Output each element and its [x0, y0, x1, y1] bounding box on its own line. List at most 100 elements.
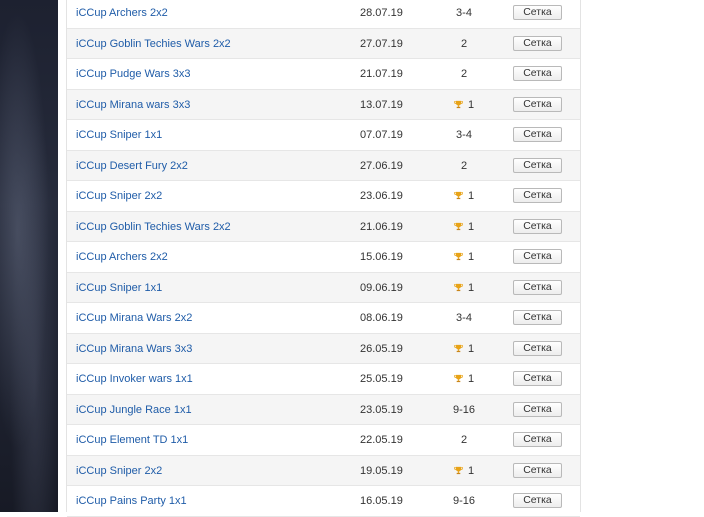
tournament-place: 2	[429, 151, 499, 181]
tournament-place: 1	[429, 334, 499, 364]
bracket-button[interactable]: Сетка	[513, 66, 562, 81]
table-row: iCCup Archers 2x2 15.06.19 1 Сетка	[67, 242, 580, 273]
trophy-icon	[454, 243, 463, 261]
table-row: iCCup Goblin Techies Wars 2x2 27.07.19 2…	[67, 28, 580, 59]
trophy-icon	[454, 91, 463, 108]
bracket-button[interactable]: Сетка	[513, 462, 562, 478]
table-row: iCCup Invoker wars 1x1 25.05.19 1 Сетка	[67, 364, 580, 395]
bracket-button[interactable]: Сетка	[513, 157, 562, 173]
trophy-icon	[454, 457, 463, 474]
table-row: iCCup Element TD 1x1 22.05.19 2 Сетка	[67, 425, 580, 456]
trophy-icon	[454, 213, 463, 230]
tournament-date: 21.06.19	[360, 220, 403, 233]
tournament-place: 9-16	[429, 395, 499, 425]
place-value: 1	[467, 373, 475, 385]
tournament-place: 1	[429, 90, 499, 120]
tournament-name-link[interactable]: iCCup Goblin Techies Wars 2x2	[76, 212, 231, 242]
bracket-button[interactable]: Сетка	[513, 493, 562, 508]
tournament-date: 15.06.19	[360, 251, 403, 263]
tournament-rows: iCCup Archers 2x2 28.07.19 3-4 Сетка iCC…	[67, 0, 580, 517]
tournament-date: 19.05.19	[360, 464, 403, 477]
tournament-name-link[interactable]: iCCup Archers 2x2	[76, 242, 168, 272]
place-value: 1	[467, 251, 475, 263]
table-row: iCCup Jungle Race 1x1 23.05.19 9-16 Сетк…	[67, 394, 580, 425]
table-row: iCCup Sniper 1x1 09.06.19 1 Сетка	[67, 272, 580, 303]
place-value: 1	[467, 220, 475, 233]
tournament-date: 28.07.19	[360, 7, 403, 19]
place-value: 3-4	[456, 7, 472, 19]
bracket-button[interactable]: Сетка	[513, 279, 562, 295]
tournament-name-link[interactable]: iCCup Mirana Wars 2x2	[76, 303, 192, 333]
bracket-button[interactable]: Сетка	[513, 432, 562, 447]
place-value: 1	[467, 464, 475, 477]
tournament-place: 1	[429, 364, 499, 394]
tournament-date: 27.07.19	[360, 37, 403, 50]
place-value: 2	[460, 159, 468, 172]
tournament-place: 3-4	[429, 0, 499, 28]
table-row: iCCup Sniper 1x1 07.07.19 3-4 Сетка	[67, 120, 580, 151]
tournament-name-link[interactable]: iCCup Sniper 1x1	[76, 273, 162, 303]
background-art-left	[0, 0, 58, 512]
bracket-button[interactable]: Сетка	[513, 371, 562, 386]
table-row: iCCup Mirana Wars 2x2 08.06.19 3-4 Сетка	[67, 303, 580, 334]
place-value: 2	[460, 37, 468, 50]
trophy-icon	[454, 365, 463, 383]
place-value: 1	[467, 190, 475, 202]
tournament-name-link[interactable]: iCCup Desert Fury 2x2	[76, 151, 188, 181]
place-value: 9-16	[452, 495, 476, 507]
bracket-button[interactable]: Сетка	[513, 340, 562, 356]
place-value: 3-4	[456, 312, 472, 324]
place-value: 1	[467, 98, 475, 111]
tournament-place: 1	[429, 456, 499, 486]
table-row: iCCup Goblin Techies Wars 2x2 21.06.19 1…	[67, 211, 580, 242]
place-value: 9-16	[452, 403, 476, 416]
tournament-date: 23.05.19	[360, 403, 403, 416]
background-right	[581, 0, 704, 512]
tournament-name-link[interactable]: iCCup Sniper 2x2	[76, 456, 162, 486]
tournament-name-link[interactable]: iCCup Invoker wars 1x1	[76, 364, 193, 394]
bracket-button[interactable]: Сетка	[513, 218, 562, 234]
tournament-date: 13.07.19	[360, 98, 403, 111]
tournament-date: 08.06.19	[360, 312, 403, 324]
table-row: iCCup Sniper 2x2 19.05.19 1 Сетка	[67, 455, 580, 486]
tournament-date: 26.05.19	[360, 342, 403, 355]
tournament-place: 3-4	[429, 120, 499, 150]
tournament-name-link[interactable]: iCCup Sniper 2x2	[76, 181, 162, 211]
tournament-name-link[interactable]: iCCup Element TD 1x1	[76, 425, 188, 455]
bracket-button[interactable]: Сетка	[513, 249, 562, 264]
bracket-button[interactable]: Сетка	[513, 188, 562, 203]
bracket-button[interactable]: Сетка	[513, 401, 562, 417]
tournament-date: 07.07.19	[360, 129, 403, 141]
bracket-button[interactable]: Сетка	[513, 35, 562, 51]
tournament-name-link[interactable]: iCCup Goblin Techies Wars 2x2	[76, 29, 231, 59]
bracket-button[interactable]: Сетка	[513, 96, 562, 112]
tournament-name-link[interactable]: iCCup Pudge Wars 3x3	[76, 59, 191, 89]
tournament-name-link[interactable]: iCCup Mirana wars 3x3	[76, 90, 190, 120]
tournament-date: 27.06.19	[360, 159, 403, 172]
place-value: 1	[467, 281, 475, 294]
tournament-name-link[interactable]: iCCup Archers 2x2	[76, 0, 168, 28]
place-value: 3-4	[456, 129, 472, 141]
tournament-place: 1	[429, 273, 499, 303]
bracket-button[interactable]: Сетка	[513, 127, 562, 142]
trophy-icon	[454, 335, 463, 352]
tournament-place: 1	[429, 181, 499, 211]
bracket-button[interactable]: Сетка	[513, 310, 562, 325]
table-row: iCCup Mirana wars 3x3 13.07.19 1 Сетка	[67, 89, 580, 120]
table-row: iCCup Mirana Wars 3x3 26.05.19 1 Сетка	[67, 333, 580, 364]
place-value: 1	[467, 342, 475, 355]
place-value: 2	[460, 68, 468, 80]
table-row: iCCup Pudge Wars 3x3 21.07.19 2 Сетка	[67, 59, 580, 90]
place-value: 2	[460, 434, 468, 446]
tournament-name-link[interactable]: iCCup Mirana Wars 3x3	[76, 334, 192, 364]
table-row: iCCup Archers 2x2 28.07.19 3-4 Сетка	[67, 0, 580, 29]
bracket-button[interactable]: Сетка	[513, 5, 562, 20]
tournament-place: 2	[429, 59, 499, 89]
tournament-place: 3-4	[429, 303, 499, 333]
trophy-icon	[454, 274, 463, 291]
table-row: iCCup Sniper 2x2 23.06.19 1 Сетка	[67, 181, 580, 212]
tournament-name-link[interactable]: iCCup Jungle Race 1x1	[76, 395, 192, 425]
tournament-place: 2	[429, 29, 499, 59]
tournament-date: 22.05.19	[360, 434, 403, 446]
tournament-name-link[interactable]: iCCup Sniper 1x1	[76, 120, 162, 150]
